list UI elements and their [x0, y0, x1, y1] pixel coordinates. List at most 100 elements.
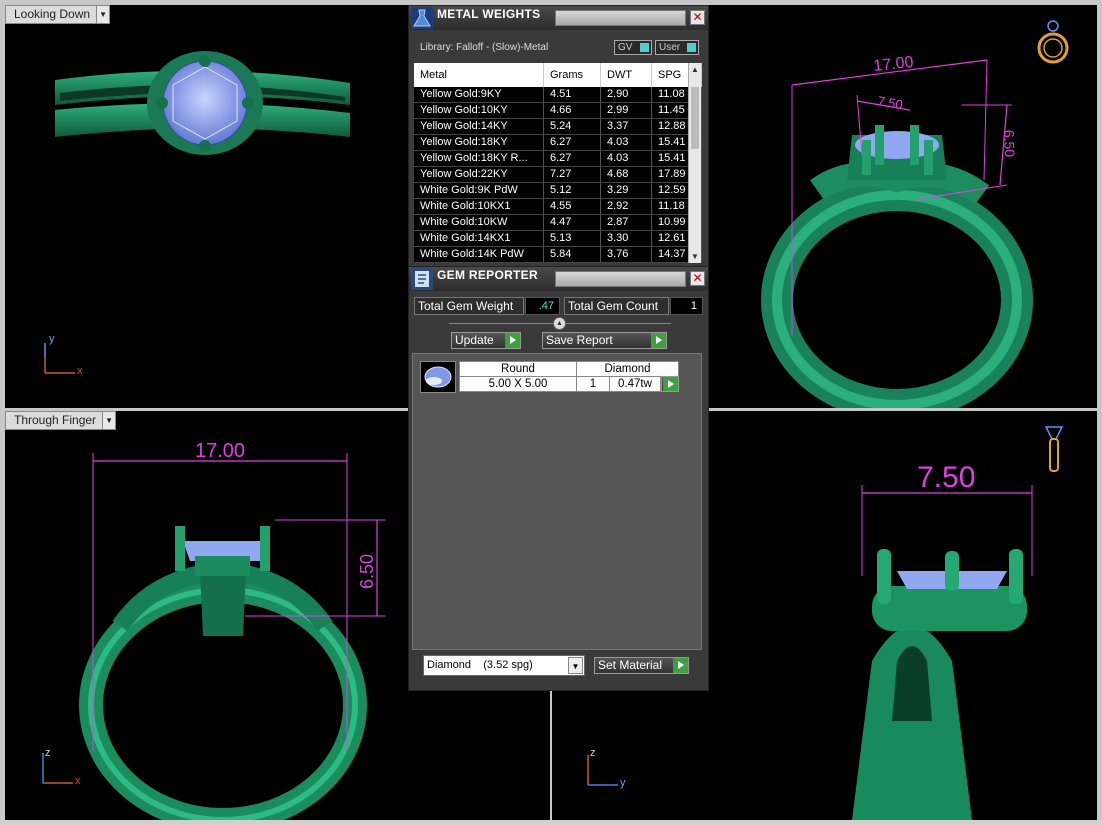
table-row[interactable]: White Gold:10KX1 4.55 2.92 11.18 [414, 199, 702, 215]
gem-thumbnail[interactable] [420, 361, 456, 393]
table-cell: White Gold:14K PdW [414, 247, 544, 262]
gem-reporter-panel: GEM REPORTER ✕ Total Gem Weight .47 Tota… [408, 266, 709, 691]
gem-count: 1 [576, 376, 610, 392]
table-row[interactable]: Yellow Gold:14KY 5.24 3.37 12.88 [414, 119, 702, 135]
view-label: Looking Down [14, 7, 91, 21]
play-icon [673, 658, 688, 673]
table-cell: 7.27 [544, 167, 601, 182]
table-cell: 3.76 [601, 247, 652, 262]
table-cell: 3.37 [601, 119, 652, 134]
axis-y-label: y [620, 777, 626, 789]
gem-size: 5.00 X 5.00 [459, 376, 577, 392]
gv-toggle[interactable]: GV [614, 40, 652, 55]
material-select[interactable]: Diamond (3.52 spg) ▼ [423, 655, 585, 676]
total-gem-weight-label: Total Gem Weight [414, 297, 524, 315]
column-header-metal[interactable]: Metal [414, 63, 544, 87]
table-cell: Yellow Gold:14KY [414, 119, 544, 134]
save-report-button-label: Save Report [546, 333, 613, 347]
table-cell: 5.84 [544, 247, 601, 262]
total-gem-weight-value: .47 [525, 297, 560, 315]
table-row[interactable]: Yellow Gold:18KY R... 6.27 4.03 15.41 [414, 151, 702, 167]
user-toggle-label: User [659, 42, 681, 53]
dim-depth-label: 7.50 [917, 461, 975, 494]
table-cell: 4.55 [544, 199, 601, 214]
chevron-down-icon[interactable]: ▼ [568, 657, 583, 674]
table-scrollbar[interactable]: ▲ ▼ [688, 63, 701, 263]
table-cell: 3.30 [601, 231, 652, 246]
gv-toggle-label: GV [618, 42, 633, 53]
panel-title: METAL WEIGHTS [437, 7, 541, 21]
save-report-button[interactable]: Save Report [542, 332, 667, 349]
table-cell: 5.12 [544, 183, 601, 198]
table-row[interactable]: White Gold:9K PdW 5.12 3.29 12.59 [414, 183, 702, 199]
scrollbar-thumb[interactable] [691, 87, 699, 149]
close-icon[interactable]: ✕ [690, 10, 705, 25]
dim-height-label: 6.50 [357, 554, 377, 589]
table-cell: 4.03 [601, 135, 652, 150]
metal-weights-title-bar[interactable]: METAL WEIGHTS ✕ [409, 6, 708, 30]
table-cell: White Gold:10KW [414, 215, 544, 230]
collapse-toggle-icon[interactable]: ▲ [553, 317, 566, 330]
table-row[interactable]: Yellow Gold:22KY 7.27 4.68 17.89 [414, 167, 702, 183]
axis-z-label: z [590, 747, 596, 759]
chevron-down-icon[interactable]: ▼ [96, 6, 110, 23]
dim-height-label: 6.50 [1001, 130, 1018, 158]
table-cell: Yellow Gold:9KY [414, 87, 544, 102]
table-cell: 4.68 [601, 167, 652, 182]
gem-list: Round Diamond 5.00 X 5.00 1 0.47tw [412, 353, 702, 650]
gem-material: Diamond [576, 361, 679, 377]
drag-handle[interactable] [555, 10, 686, 26]
table-cell: 6.27 [544, 135, 601, 150]
total-gem-count-label: Total Gem Count [564, 297, 669, 315]
table-cell: Yellow Gold:18KY R... [414, 151, 544, 166]
drag-handle[interactable] [555, 271, 686, 287]
ring-view-icon[interactable] [1035, 14, 1071, 66]
set-material-button[interactable]: Set Material [594, 657, 689, 674]
table-row[interactable]: White Gold:10KW 4.47 2.87 10.99 [414, 215, 702, 231]
gem-reporter-title-bar[interactable]: GEM REPORTER ✕ [409, 267, 708, 291]
table-cell: White Gold:10KX1 [414, 199, 544, 214]
metal-table: Metal Grams DWT SPG Yellow Gold:9KY 4.51 2… [414, 63, 702, 263]
update-button[interactable]: Update [451, 332, 521, 349]
table-cell: 3.29 [601, 183, 652, 198]
table-cell: Yellow Gold:22KY [414, 167, 544, 182]
metal-weights-panel: METAL WEIGHTS ✕ Library: Falloff - (Slow… [408, 5, 709, 268]
user-toggle[interactable]: User [655, 40, 699, 55]
table-cell: 4.66 [544, 103, 601, 118]
table-cell: 4.03 [601, 151, 652, 166]
library-label: Library: Falloff - (Slow)-Metal [420, 42, 549, 53]
view-selector[interactable]: Through Finger ▼ [5, 411, 117, 430]
update-button-label: Update [455, 333, 494, 347]
chevron-down-icon[interactable]: ▼ [102, 412, 116, 429]
close-icon[interactable]: ✕ [690, 271, 705, 286]
table-cell: 5.13 [544, 231, 601, 246]
table-cell: 6.27 [544, 151, 601, 166]
chevron-up-icon[interactable]: ▲ [689, 65, 701, 74]
dim-width-label: 17.00 [873, 54, 915, 75]
table-cell: Yellow Gold:18KY [414, 135, 544, 150]
table-header: Metal Grams DWT SPG [414, 63, 702, 87]
material-select-value: Diamond (3.52 spg) [427, 659, 533, 671]
table-cell: 2.99 [601, 103, 652, 118]
table-cell: White Gold:9K PdW [414, 183, 544, 198]
column-header-grams[interactable]: Grams [544, 63, 601, 87]
table-cell: 5.24 [544, 119, 601, 134]
table-row[interactable]: Yellow Gold:18KY 6.27 4.03 15.41 [414, 135, 702, 151]
table-row[interactable]: Yellow Gold:10KY 4.66 2.99 11.45 [414, 103, 702, 119]
table-row[interactable]: White Gold:14K PdW 5.84 3.76 14.37 [414, 247, 702, 263]
ring-side-view-icon[interactable] [1042, 423, 1066, 475]
dim-width-label: 17.00 [195, 440, 245, 462]
column-header-dwt[interactable]: DWT [601, 63, 652, 87]
gem-detail-button[interactable] [661, 376, 679, 392]
table-row[interactable]: Yellow Gold:9KY 4.51 2.90 11.08 [414, 87, 702, 103]
view-selector[interactable]: Looking Down ▼ [5, 5, 111, 24]
round-gem-icon [424, 366, 452, 388]
axis-y-label: y [49, 333, 55, 345]
report-icon [411, 268, 433, 290]
flask-icon [411, 7, 433, 29]
table-row[interactable]: White Gold:14KX1 5.13 3.30 12.61 [414, 231, 702, 247]
play-icon [505, 333, 520, 348]
axis-x-label: x [75, 775, 81, 787]
chevron-down-icon[interactable]: ▼ [689, 252, 701, 261]
set-material-button-label: Set Material [598, 658, 663, 672]
